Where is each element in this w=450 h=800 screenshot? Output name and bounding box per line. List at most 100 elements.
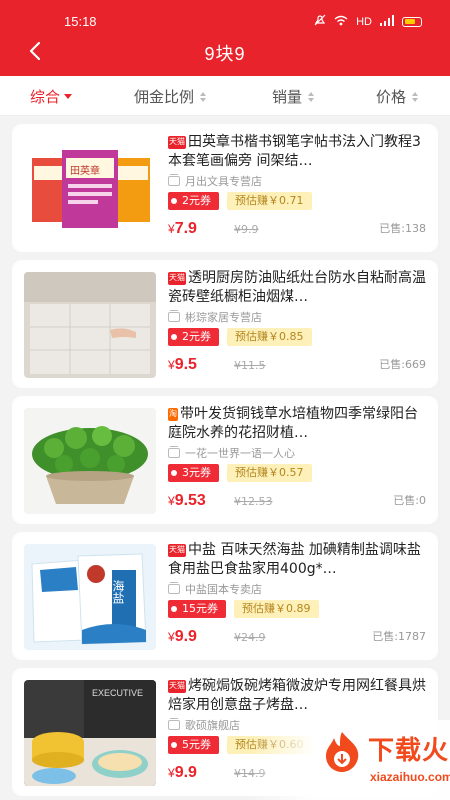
sort-bar: 综合 佣金比例 销量 价格 bbox=[0, 76, 450, 116]
product-title-text: 田英章书楷书钢笔字帖书法入门教程3本套笔画偏旁 间架结… bbox=[168, 134, 421, 169]
currency-symbol: ¥ bbox=[168, 222, 175, 236]
watermark: 下载火 xiazaihuo.com bbox=[250, 720, 450, 800]
thumb-label: EXECUTIVE bbox=[92, 688, 144, 698]
estimated-earn-tag: 预估赚￥0.57 bbox=[227, 464, 312, 482]
shop-icon bbox=[168, 174, 180, 186]
sort-arrows-icon bbox=[200, 91, 207, 102]
nav-row: 9块9 bbox=[0, 36, 450, 66]
tag-row: 2元券 预估赚￥0.85 bbox=[168, 328, 430, 347]
product-title: 天猫 烤碗焗饭碗烤箱微波炉专用网红餐具烘焙家用创意盘子烤盘… bbox=[168, 677, 430, 715]
shop-icon bbox=[168, 310, 180, 322]
coupon-tag: 15元券 bbox=[168, 600, 226, 618]
product-image[interactable] bbox=[24, 272, 156, 378]
product-title-text: 透明厨房防油贴纸灶台防水自粘耐高温瓷砖壁纸橱柜油烟煤… bbox=[168, 270, 426, 305]
tmall-badge: 天猫 bbox=[168, 136, 186, 149]
tag-row: 15元券 预估赚￥0.89 bbox=[168, 600, 430, 619]
status-icons: HD bbox=[314, 14, 422, 29]
sort-arrows-icon bbox=[308, 91, 315, 102]
current-price: ¥9.9 bbox=[168, 764, 197, 782]
original-price: ¥12.53 bbox=[234, 495, 273, 508]
product-title: 天猫 田英章书楷书钢笔字帖书法入门教程3本套笔画偏旁 间架结… bbox=[168, 133, 430, 171]
sort-label: 销量 bbox=[272, 88, 303, 106]
shop-icon bbox=[168, 446, 180, 458]
currency-symbol: ¥ bbox=[168, 630, 175, 644]
product-title-text: 中盐 百味天然海盐 加碘精制盐调味盐食用盐巴食盐家用400g*… bbox=[168, 542, 421, 577]
shop-row: 彬琮家居专营店 bbox=[168, 309, 430, 325]
sort-price[interactable]: 价格 bbox=[376, 86, 419, 107]
price-row: ¥7.9 ¥9.9 已售:138 bbox=[168, 216, 430, 238]
top-bar: 15:18 HD 9块9 bbox=[0, 0, 450, 76]
shop-name: 彬琮家居专营店 bbox=[185, 311, 262, 324]
product-image[interactable]: EXECUTIVE bbox=[24, 680, 156, 786]
network-label: HD bbox=[356, 15, 372, 28]
original-price: ¥9.9 bbox=[234, 223, 259, 236]
currency-symbol: ¥ bbox=[168, 358, 175, 372]
shop-row: 一花一世界一语一人心 bbox=[168, 445, 430, 461]
taobao-badge: 淘 bbox=[168, 408, 178, 421]
signal-icon bbox=[380, 14, 394, 29]
battery-icon bbox=[402, 16, 422, 27]
estimated-earn-tag: 预估赚￥0.71 bbox=[227, 192, 312, 210]
sort-sales[interactable]: 销量 bbox=[272, 86, 315, 107]
product-card[interactable]: 淘带叶发货铜钱草水培植物四季常绿阳台庭院水养的花招财植… 一花一世界一语一人心 … bbox=[12, 396, 438, 524]
shop-name: 中盐国本专卖店 bbox=[185, 583, 262, 596]
tmall-badge: 天猫 bbox=[168, 272, 186, 285]
shop-row: 中盐国本专卖店 bbox=[168, 581, 430, 597]
product-title: 天猫 透明厨房防油贴纸灶台防水自粘耐高温瓷砖壁纸橱柜油烟煤… bbox=[168, 269, 430, 307]
price-value: 9.9 bbox=[174, 764, 197, 781]
current-price: ¥9.5 bbox=[168, 356, 197, 374]
shop-name: 一花一世界一语一人心 bbox=[185, 447, 295, 460]
product-title-text: 带叶发货铜钱草水培植物四季常绿阳台庭院水养的花招财植… bbox=[168, 406, 418, 441]
sort-comprehensive[interactable]: 综合 bbox=[30, 86, 73, 107]
estimated-earn-tag: 预估赚￥0.85 bbox=[227, 328, 312, 346]
current-price: ¥9.53 bbox=[168, 492, 206, 510]
page-title: 9块9 bbox=[204, 44, 246, 64]
product-image[interactable] bbox=[24, 408, 156, 514]
estimated-earn-tag: 预估赚￥0.89 bbox=[234, 600, 319, 618]
caret-down-icon bbox=[64, 94, 73, 99]
shop-name: 歌硕旗舰店 bbox=[185, 719, 240, 732]
shop-icon bbox=[168, 582, 180, 594]
product-title: 淘带叶发货铜钱草水培植物四季常绿阳台庭院水养的花招财植… bbox=[168, 405, 430, 443]
sort-commission-ratio[interactable]: 佣金比例 bbox=[134, 86, 207, 107]
sold-count: 已售:138 bbox=[379, 222, 426, 235]
product-card[interactable]: 海盐 天猫 中盐 百味天然海盐 加碘精制盐调味盐食用盐巴食盐家用400g*… 中盐… bbox=[12, 532, 438, 660]
sold-count: 已售:669 bbox=[379, 358, 426, 371]
coupon-tag: 5元券 bbox=[168, 736, 219, 754]
product-title-text: 烤碗焗饭碗烤箱微波炉专用网红餐具烘焙家用创意盘子烤盘… bbox=[168, 678, 426, 713]
coupon-tag: 2元券 bbox=[168, 192, 219, 210]
product-card[interactable]: 田英章 天猫 田英章书楷书钢笔字帖书法入门教程3本套笔画偏旁 间架结… 月出文具专… bbox=[12, 124, 438, 252]
price-row: ¥9.5 ¥11.5 已售:669 bbox=[168, 352, 430, 374]
sold-count: 已售:1787 bbox=[372, 630, 426, 643]
thumb-label: 田英章 bbox=[70, 166, 100, 177]
sort-label: 综合 bbox=[30, 88, 61, 106]
price-value: 9.5 bbox=[174, 356, 197, 373]
watermark-text: 下载火 bbox=[368, 736, 450, 766]
price-value: 9.9 bbox=[174, 628, 197, 645]
coupon-tag: 2元券 bbox=[168, 328, 219, 346]
status-time: 15:18 bbox=[64, 14, 97, 29]
price-row: ¥9.9 ¥24.9 已售:1787 bbox=[168, 624, 430, 646]
tag-row: 2元券 预估赚￥0.71 bbox=[168, 192, 430, 211]
original-price: ¥11.5 bbox=[234, 359, 266, 372]
product-image[interactable]: 田英章 bbox=[24, 136, 156, 242]
currency-symbol: ¥ bbox=[168, 766, 175, 780]
wifi-icon bbox=[334, 15, 348, 29]
status-bar: 15:18 HD bbox=[0, 10, 450, 34]
shop-icon bbox=[168, 718, 180, 730]
shop-row: 月出文具专营店 bbox=[168, 173, 430, 189]
flame-logo-icon bbox=[320, 730, 364, 774]
price-row: ¥9.53 ¥12.53 已售:0 bbox=[168, 488, 430, 510]
currency-symbol: ¥ bbox=[168, 494, 175, 508]
price-value: 9.53 bbox=[174, 492, 206, 509]
tmall-badge: 天猫 bbox=[168, 544, 186, 557]
coupon-tag: 3元券 bbox=[168, 464, 219, 482]
watermark-url: xiazaihuo.com bbox=[370, 770, 450, 784]
sold-count: 已售:0 bbox=[393, 494, 426, 507]
current-price: ¥9.9 bbox=[168, 628, 197, 646]
product-image[interactable]: 海盐 bbox=[24, 544, 156, 650]
mute-icon bbox=[314, 14, 326, 29]
product-title: 天猫 中盐 百味天然海盐 加碘精制盐调味盐食用盐巴食盐家用400g*… bbox=[168, 541, 430, 579]
current-price: ¥7.9 bbox=[168, 220, 197, 238]
product-card[interactable]: 天猫 透明厨房防油贴纸灶台防水自粘耐高温瓷砖壁纸橱柜油烟煤… 彬琮家居专营店 2元… bbox=[12, 260, 438, 388]
